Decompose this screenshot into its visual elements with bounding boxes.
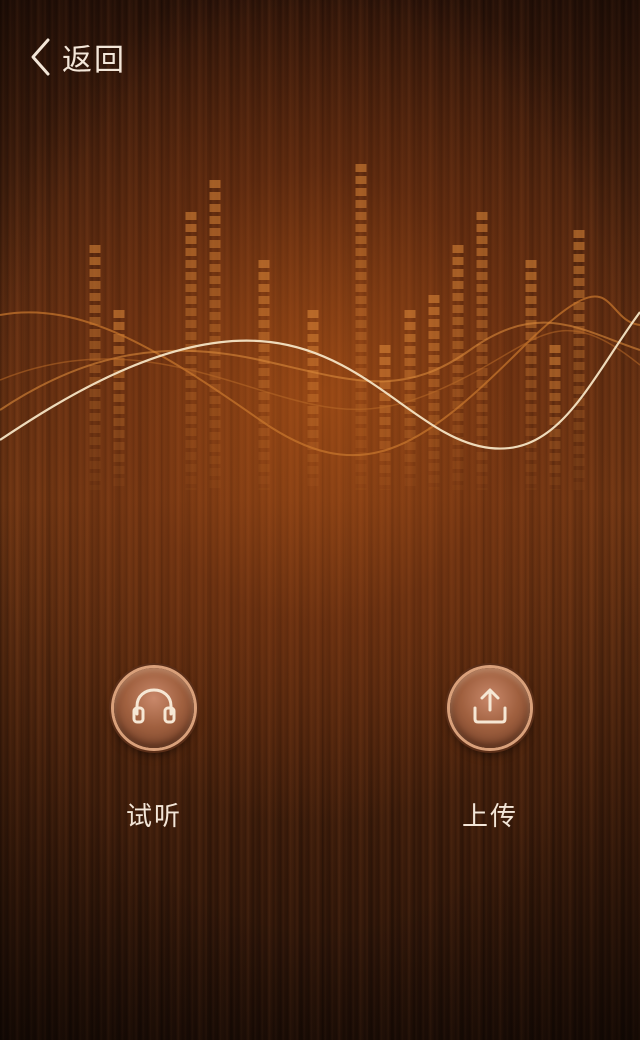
upload-icon bbox=[470, 686, 510, 730]
back-label: 返回 bbox=[62, 43, 126, 78]
upload-button[interactable] bbox=[450, 668, 530, 748]
chevron-left-icon bbox=[28, 37, 52, 77]
equalizer-bar bbox=[549, 345, 561, 497]
equalizer-bar bbox=[452, 245, 464, 493]
listen-action[interactable]: 试听 bbox=[84, 668, 224, 833]
back-button[interactable]: 返回 bbox=[28, 34, 126, 80]
listen-label: 试听 bbox=[125, 802, 182, 832]
equalizer-bar bbox=[525, 260, 537, 496]
equalizer-bar bbox=[209, 180, 221, 488]
equalizer-bar bbox=[379, 345, 391, 497]
listen-button[interactable] bbox=[114, 668, 194, 748]
audio-visualizer bbox=[0, 150, 640, 497]
equalizer-bar bbox=[573, 230, 585, 490]
upload-action[interactable]: 上传 bbox=[420, 668, 560, 833]
equalizer-bar bbox=[89, 245, 101, 493]
upload-label: 上传 bbox=[461, 802, 518, 832]
top-bar: 返回 bbox=[0, 0, 640, 112]
equalizer-bar bbox=[404, 310, 416, 486]
equalizer-bar bbox=[307, 310, 319, 486]
headphones-icon bbox=[131, 686, 177, 730]
equalizer-bar bbox=[355, 164, 367, 496]
equalizer-bar bbox=[258, 260, 270, 496]
equalizer-bars bbox=[89, 164, 585, 497]
